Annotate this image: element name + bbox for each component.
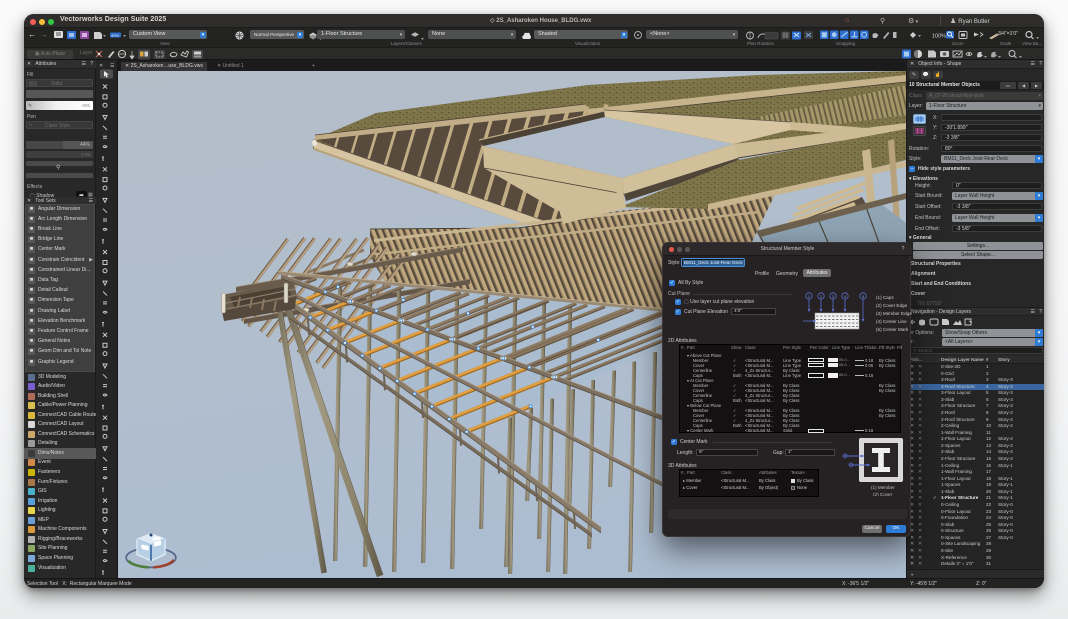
svg-text:3: 3 [832, 294, 835, 299]
svg-text:(2) Cover: (2) Cover [873, 492, 893, 496]
svg-text:☰: ☰ [110, 63, 115, 69]
svg-text:1: 1 [808, 294, 811, 299]
svg-text:(1) Member: (1) Member [871, 485, 895, 490]
svg-text:100%: 100% [932, 34, 946, 40]
svg-text:49%: 49% [111, 33, 119, 38]
svg-text:✕: ✕ [99, 63, 103, 69]
svg-text:2: 2 [820, 294, 823, 299]
svg-text:4: 4 [844, 294, 847, 299]
svg-text:5: 5 [862, 294, 865, 299]
